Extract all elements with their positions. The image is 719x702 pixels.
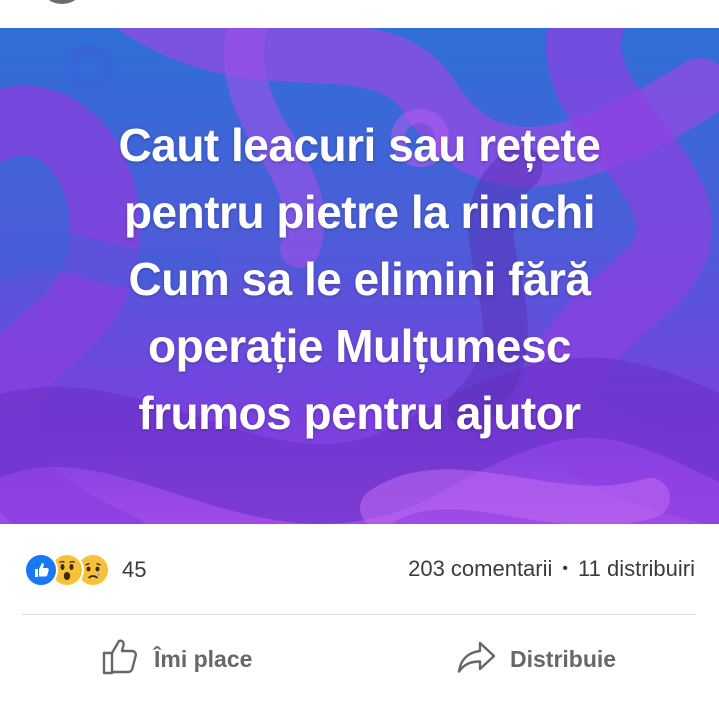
like-button[interactable]: Îmi place	[100, 636, 252, 682]
post-card: Caut leacuri sau rețete pentru pietre la…	[0, 0, 719, 702]
shares-count-link[interactable]: 11 distribuiri	[578, 556, 695, 582]
post-stats: 203 comentarii • 11 distribuiri	[408, 556, 695, 582]
post-header-edge	[0, 0, 719, 28]
share-button[interactable]: Distribuie	[456, 636, 616, 682]
like-button-label: Îmi place	[154, 645, 253, 672]
post-text-line: frumos pentru ajutor	[138, 387, 581, 439]
thumbs-up-icon	[100, 635, 142, 683]
post-text-line: operație Mulțumesc	[148, 320, 572, 372]
like-icon	[24, 553, 58, 587]
comments-count-link[interactable]: 203 comentarii	[408, 556, 552, 582]
post-text: Caut leacuri sau rețete pentru pietre la…	[30, 112, 689, 447]
post-text-line: Cum sa le elimini fără	[128, 253, 591, 305]
stats-separator: •	[562, 560, 569, 577]
divider	[22, 614, 696, 615]
avatar[interactable]	[40, 0, 84, 4]
post-background[interactable]: Caut leacuri sau rețete pentru pietre la…	[0, 28, 719, 524]
reaction-count: 45	[122, 557, 147, 582]
post-text-line: pentru pietre la rinichi	[123, 186, 596, 238]
post-text-line: Caut leacuri sau rețete	[118, 119, 601, 171]
share-arrow-icon	[456, 635, 498, 683]
reactions-summary[interactable]: 45	[24, 552, 146, 588]
share-button-label: Distribuie	[510, 645, 617, 672]
